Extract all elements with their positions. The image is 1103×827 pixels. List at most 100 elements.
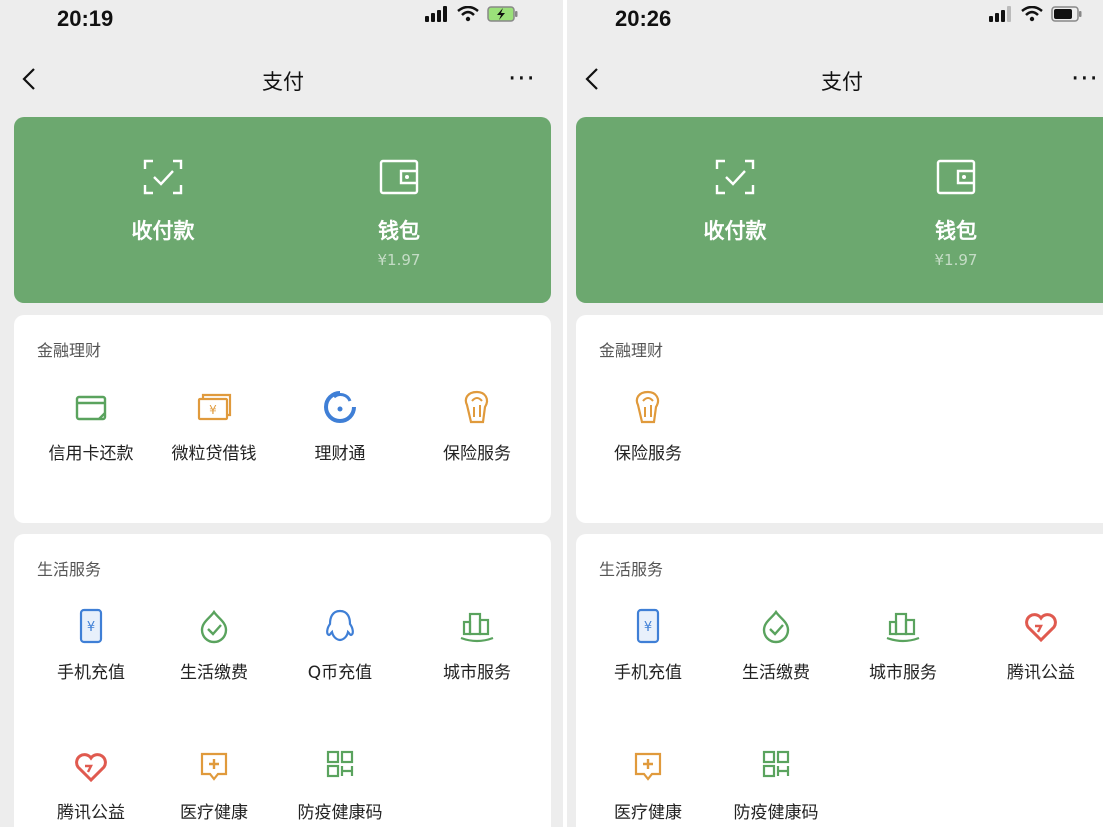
service-charity[interactable]: 腾讯公益 bbox=[26, 748, 156, 823]
page-title: 支付 bbox=[262, 70, 304, 94]
qr-code-icon bbox=[326, 750, 354, 778]
life-services-section: 生活服务 ¥ 手机充值 生活缴费 Q币充值 城市服务 腾讯公益 医疗健康 防疫健… bbox=[14, 534, 551, 827]
svg-text:¥: ¥ bbox=[87, 620, 95, 635]
qq-icon bbox=[326, 609, 354, 642]
nav-bar: 支付 ··· bbox=[0, 56, 563, 104]
service-label: Q币充值 bbox=[307, 663, 373, 683]
service-medical[interactable]: 医疗健康 bbox=[149, 748, 279, 823]
nav-bar: 支付 ··· bbox=[567, 56, 1103, 104]
back-button[interactable] bbox=[585, 60, 599, 100]
wallet-label: 钱包 bbox=[935, 219, 977, 243]
phone-recharge-icon: ¥ bbox=[636, 608, 660, 644]
section-title: 生活服务 bbox=[37, 560, 102, 579]
payment-card: 收付款 钱包 ¥1.97 bbox=[576, 117, 1103, 303]
more-button[interactable]: ··· bbox=[1071, 64, 1099, 94]
status-time: 20:19 bbox=[57, 6, 114, 31]
service-phone-recharge[interactable]: ¥ 手机充值 bbox=[26, 608, 156, 683]
wallet-icon bbox=[936, 159, 976, 195]
status-time: 20:26 bbox=[615, 6, 672, 31]
wifi-icon bbox=[1021, 6, 1043, 22]
service-city[interactable]: 城市服务 bbox=[838, 608, 968, 683]
charity-heart-icon bbox=[75, 753, 107, 783]
phone-recharge-icon: ¥ bbox=[79, 608, 103, 644]
wallet-label: 钱包 bbox=[378, 219, 420, 243]
battery-charging-icon bbox=[487, 6, 518, 22]
medical-icon bbox=[200, 752, 228, 781]
back-button[interactable] bbox=[22, 60, 36, 100]
wifi-icon bbox=[457, 6, 479, 22]
phone-screen-right: 20:26 支付 ··· 收付款 钱包 ¥1.97 金融理财 保险服务 生活服务… bbox=[567, 0, 1103, 827]
wallet-button[interactable]: 钱包 ¥1.97 bbox=[329, 157, 469, 269]
service-label: 防疫健康码 bbox=[733, 803, 819, 823]
wallet-balance: ¥1.97 bbox=[377, 251, 421, 269]
receive-pay-label: 收付款 bbox=[131, 219, 195, 243]
service-charity[interactable]: 腾讯公益 bbox=[976, 608, 1103, 683]
service-label: 保险服务 bbox=[614, 444, 682, 464]
service-label: 微粒贷借钱 bbox=[171, 444, 257, 464]
service-medical[interactable]: 医疗健康 bbox=[583, 748, 713, 823]
service-insurance[interactable]: 保险服务 bbox=[412, 389, 542, 464]
service-utility[interactable]: 生活缴费 bbox=[149, 608, 279, 683]
charity-heart-icon bbox=[1025, 613, 1057, 643]
scan-check-icon bbox=[715, 159, 755, 195]
qr-code-icon bbox=[762, 750, 790, 778]
service-label: 信用卡还款 bbox=[48, 444, 134, 464]
service-label: 腾讯公益 bbox=[1007, 663, 1075, 683]
finance-section: 金融理财 信用卡还款 ¥ 微粒贷借钱 理财通 保险服务 bbox=[14, 315, 551, 523]
service-phone-recharge[interactable]: ¥ 手机充值 bbox=[583, 608, 713, 683]
service-label: 保险服务 bbox=[443, 444, 511, 464]
svg-text:¥: ¥ bbox=[644, 620, 652, 635]
status-icons bbox=[989, 6, 1083, 22]
service-label: 手机充值 bbox=[614, 663, 682, 683]
service-q-coin[interactable]: Q币充值 bbox=[275, 608, 405, 683]
wallet-button[interactable]: 钱包 ¥1.97 bbox=[886, 157, 1026, 269]
loan-icon: ¥ bbox=[197, 393, 232, 421]
service-label: 防疫健康码 bbox=[297, 803, 383, 823]
service-label: 医疗健康 bbox=[614, 803, 682, 823]
receive-pay-button[interactable]: 收付款 bbox=[665, 157, 805, 245]
insurance-icon bbox=[464, 390, 489, 424]
credit-card-icon bbox=[75, 395, 107, 421]
chevron-left-icon bbox=[22, 68, 35, 90]
service-label: 生活缴费 bbox=[742, 663, 810, 683]
svg-text:¥: ¥ bbox=[209, 403, 217, 417]
section-title: 金融理财 bbox=[37, 341, 102, 360]
receive-pay-button[interactable]: 收付款 bbox=[93, 157, 233, 245]
utility-icon bbox=[762, 609, 790, 644]
insurance-icon bbox=[635, 390, 660, 424]
more-button[interactable]: ··· bbox=[508, 64, 536, 94]
service-utility[interactable]: 生活缴费 bbox=[711, 608, 841, 683]
wallet-balance: ¥1.97 bbox=[934, 251, 978, 269]
phone-screen-left: 20:19 支付 ··· 收付款 钱包 ¥1.97 金融理财 信用卡还款 ¥ 微… bbox=[0, 0, 563, 827]
service-city[interactable]: 城市服务 bbox=[412, 608, 542, 683]
service-label: 腾讯公益 bbox=[57, 803, 125, 823]
city-icon bbox=[886, 612, 920, 643]
wealth-icon bbox=[324, 391, 356, 423]
signal-icon bbox=[425, 6, 447, 22]
service-label: 生活缴费 bbox=[180, 663, 248, 683]
signal-icon bbox=[989, 6, 1011, 22]
service-insurance[interactable]: 保险服务 bbox=[583, 389, 713, 464]
service-credit-card[interactable]: 信用卡还款 bbox=[26, 389, 156, 464]
service-wealth[interactable]: 理财通 bbox=[275, 389, 405, 464]
service-health-code[interactable]: 防疫健康码 bbox=[711, 748, 841, 823]
utility-icon bbox=[200, 609, 228, 644]
finance-section: 金融理财 保险服务 bbox=[576, 315, 1103, 523]
battery-icon bbox=[1051, 6, 1082, 22]
service-label: 医疗健康 bbox=[180, 803, 248, 823]
service-loan[interactable]: ¥ 微粒贷借钱 bbox=[149, 389, 279, 464]
section-title: 金融理财 bbox=[599, 341, 664, 360]
scan-check-icon bbox=[143, 159, 183, 195]
service-label: 城市服务 bbox=[443, 663, 511, 683]
city-icon bbox=[460, 612, 494, 643]
chevron-left-icon bbox=[585, 68, 598, 90]
status-icons bbox=[425, 6, 519, 22]
payment-card: 收付款 钱包 ¥1.97 bbox=[14, 117, 551, 303]
service-label: 理财通 bbox=[314, 444, 366, 464]
page-title: 支付 bbox=[821, 70, 863, 94]
medical-icon bbox=[634, 752, 662, 781]
service-label: 手机充值 bbox=[57, 663, 125, 683]
service-health-code[interactable]: 防疫健康码 bbox=[275, 748, 405, 823]
status-bar: 20:26 bbox=[567, 0, 1103, 44]
section-title: 生活服务 bbox=[599, 560, 664, 579]
